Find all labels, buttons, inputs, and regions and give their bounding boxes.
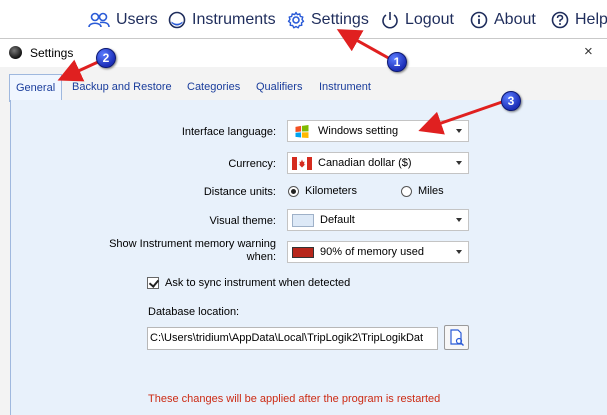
currency-label: Currency: [228, 158, 276, 170]
distance-units-label: Distance units: [203, 186, 276, 198]
sync-checkbox-label: Ask to sync instrument when detected [165, 277, 351, 289]
info-icon [470, 11, 488, 29]
radio-kilometers[interactable]: Kilometers [288, 185, 357, 197]
nav-users-label: Users [116, 11, 158, 28]
nav-logout-label: Logout [405, 11, 454, 28]
interface-language-dropdown[interactable]: Windows setting [287, 120, 469, 142]
memory-warning-value: 90% of memory used [320, 246, 424, 258]
radio-selected-icon [288, 185, 299, 197]
callout-badge-3: 3 [501, 91, 521, 111]
nav-users[interactable]: Users [88, 9, 158, 31]
callout-badge-2: 2 [96, 48, 116, 68]
chevron-down-icon [456, 250, 462, 254]
visual-theme-value: Default [320, 214, 355, 226]
nav-instruments[interactable]: Instruments [168, 9, 276, 31]
close-icon[interactable]: × [584, 43, 593, 60]
chevron-down-icon [456, 218, 462, 222]
database-location-input[interactable]: C:\Users\tridium\AppData\Local\TripLogik… [147, 327, 438, 350]
canada-flag-icon [292, 156, 312, 170]
sync-checkbox-row[interactable]: Ask to sync instrument when detected [147, 277, 350, 289]
checkbox-checked-icon[interactable] [147, 277, 159, 289]
windows-logo-icon [295, 124, 309, 138]
tab-categories[interactable]: Categories [181, 74, 246, 101]
memory-level-swatch-icon [292, 246, 314, 258]
radio-unselected-icon [401, 185, 412, 197]
dialog-title: Settings [30, 46, 74, 60]
nav-about-label: About [494, 11, 536, 28]
visual-theme-label: Visual theme: [209, 215, 276, 227]
tab-general[interactable]: General [9, 74, 63, 102]
radio-miles[interactable]: Miles [401, 185, 444, 197]
dialog-titlebar: Settings × [0, 39, 607, 67]
nav-help[interactable]: Help [551, 9, 607, 31]
tab-backup-restore[interactable]: Backup and Restore [66, 74, 178, 101]
chevron-down-icon [456, 129, 462, 133]
nav-about[interactable]: About [470, 9, 536, 31]
nav-help-label: Help [575, 11, 607, 28]
memory-warning-label-line2: when: [246, 251, 276, 263]
memory-warning-label-line1: Show Instrument memory warning [109, 238, 276, 250]
interface-language-value: Windows setting [318, 125, 399, 137]
nav-settings[interactable]: Settings [287, 9, 369, 31]
nav-logout[interactable]: Logout [381, 9, 454, 31]
visual-theme-dropdown[interactable]: Default [287, 209, 469, 231]
miles-label: Miles [418, 185, 444, 197]
top-navigation-bar: Users Instruments Settings Logout About [0, 0, 607, 40]
callout-badge-1: 1 [387, 52, 407, 72]
gear-icon [287, 11, 305, 29]
help-icon [551, 11, 569, 29]
database-location-label: Database location: [148, 306, 240, 318]
currency-dropdown[interactable]: Canadian dollar ($) [287, 152, 469, 174]
chevron-down-icon [456, 161, 462, 165]
instruments-icon [168, 11, 186, 29]
browse-folder-icon [450, 329, 464, 346]
tab-instrument[interactable]: Instrument [313, 74, 377, 101]
interface-language-label: Interface language: [181, 126, 276, 138]
nav-settings-label: Settings [311, 11, 369, 28]
users-icon [88, 12, 110, 28]
tab-qualifiers[interactable]: Qualifiers [250, 74, 308, 101]
theme-swatch-icon [292, 213, 314, 227]
power-icon [382, 12, 398, 29]
restart-warning-text: These changes will be applied after the … [148, 393, 441, 405]
kilometers-label: Kilometers [305, 185, 357, 197]
app-icon [9, 46, 22, 59]
memory-warning-dropdown[interactable]: 90% of memory used [287, 241, 469, 263]
currency-value: Canadian dollar ($) [318, 157, 412, 169]
nav-instruments-label: Instruments [192, 11, 276, 28]
browse-button[interactable] [444, 325, 469, 350]
memory-warning-label: Show Instrument memory warning when: [90, 238, 276, 264]
